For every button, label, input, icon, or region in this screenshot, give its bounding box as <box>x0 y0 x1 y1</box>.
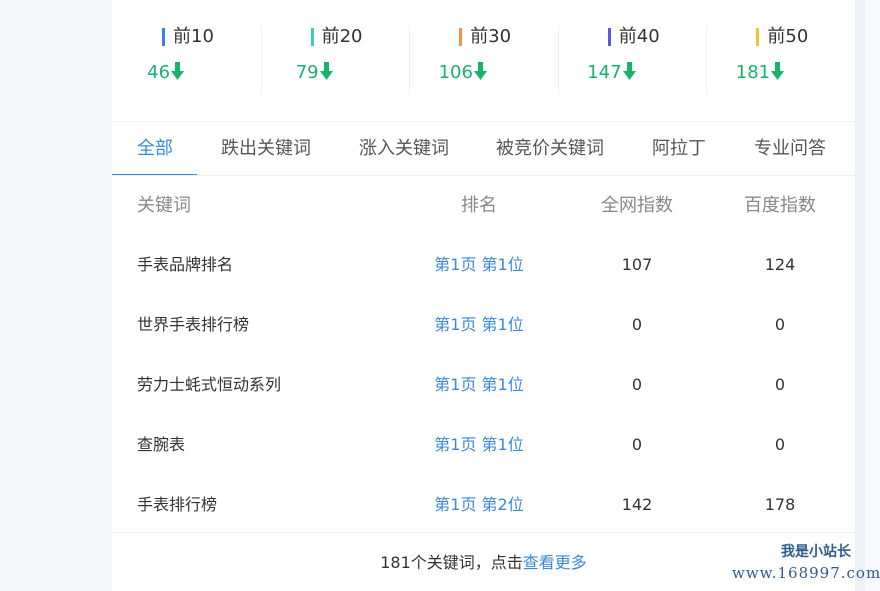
keyword-count-text: 181个关键词，点击 <box>380 553 523 572</box>
arrow-down-icon <box>319 62 333 80</box>
stat-value: 181 <box>735 62 771 83</box>
stat-value: 79 <box>295 62 319 83</box>
tab-risen-keywords[interactable]: 涨入关键词 <box>359 122 449 175</box>
watermark-url: www.168997.com <box>732 564 880 582</box>
watermark-title: 我是小站长 <box>781 544 851 560</box>
site-watermark: 我是小站长 www.168997.com <box>732 542 880 584</box>
rank-link[interactable]: 第1页 第1位 <box>419 314 539 336</box>
rank-link[interactable]: 第1页 第1位 <box>419 374 539 396</box>
page-background <box>0 0 112 591</box>
keyword-cell: 劳力士蚝式恒动系列 <box>137 375 282 394</box>
net-index-cell: 107 <box>621 255 653 274</box>
stat-label: 前50 <box>767 26 809 47</box>
stat-value: 46 <box>147 62 171 83</box>
rank-link[interactable]: 第1页 第1位 <box>419 254 539 276</box>
rank-link[interactable]: 第1页 第1位 <box>419 434 539 456</box>
stat-value: 147 <box>587 62 622 83</box>
keyword-cell: 世界手表排行榜 <box>137 315 250 334</box>
tab-aladdin[interactable]: 阿拉丁 <box>652 122 706 175</box>
keyword-cell: 手表品牌排名 <box>137 255 234 274</box>
tab-all[interactable]: 全部 <box>137 122 173 175</box>
column-header-net-index: 全网指数 <box>601 195 673 216</box>
rank-stat-top40: 前40 147 <box>557 0 707 121</box>
baidu-index-cell: 0 <box>774 315 786 334</box>
stat-value-link[interactable]: 181 <box>695 62 825 84</box>
rank-stat-top50: 前50 181 <box>706 0 855 121</box>
net-index-cell: 0 <box>631 315 643 334</box>
view-more-link[interactable]: 查看更多 <box>523 553 587 572</box>
rank-link[interactable]: 第1页 第2位 <box>419 494 539 516</box>
tab-bid-keywords[interactable]: 被竞价关键词 <box>496 122 604 175</box>
baidu-index-cell: 0 <box>774 435 786 454</box>
stat-label: 前10 <box>173 26 214 47</box>
stat-value-link[interactable]: 147 <box>546 62 676 84</box>
baidu-index-cell: 124 <box>764 255 796 274</box>
stat-value-link[interactable]: 46 <box>101 62 231 84</box>
stat-color-bar <box>756 28 760 46</box>
rank-stat-top10: 前10 46 <box>112 0 261 121</box>
stat-label: 前40 <box>618 26 660 47</box>
divider <box>112 532 855 533</box>
net-index-cell: 142 <box>621 495 653 514</box>
keyword-tabs: 全部 跌出关键词 涨入关键词 被竞价关键词 阿拉丁 专业问答 <box>112 122 855 176</box>
net-index-cell: 0 <box>631 435 643 454</box>
baidu-index-cell: 0 <box>774 375 786 394</box>
arrow-down-icon <box>171 62 185 80</box>
stat-color-bar <box>459 28 463 46</box>
baidu-index-cell: 178 <box>764 495 796 514</box>
scrollbar-track[interactable] <box>855 0 865 591</box>
keyword-ranking-panel: 前10 46 前20 79 前30 106 前40 147 前50 181 全部… <box>112 0 855 591</box>
column-header-baidu-index: 百度指数 <box>744 195 816 216</box>
net-index-cell: 0 <box>631 375 643 394</box>
stat-color-bar <box>162 28 165 46</box>
keyword-cell: 查腕表 <box>137 435 186 454</box>
stat-value: 106 <box>438 62 473 83</box>
stat-label: 前20 <box>321 26 363 47</box>
rank-stat-top20: 前20 79 <box>260 0 410 121</box>
arrow-down-icon <box>622 62 636 80</box>
arrow-down-icon <box>771 62 785 80</box>
stat-value-link[interactable]: 106 <box>398 62 528 84</box>
page-edge <box>865 0 880 591</box>
stat-value-link[interactable]: 79 <box>249 62 379 84</box>
tab-professional-qa[interactable]: 专业问答 <box>754 122 826 175</box>
stat-color-bar <box>607 28 611 46</box>
column-header-rank: 排名 <box>461 195 497 216</box>
rank-stats: 前10 46 前20 79 前30 106 前40 147 前50 181 <box>112 0 855 121</box>
column-header-keyword: 关键词 <box>137 195 191 216</box>
tab-dropped-keywords[interactable]: 跌出关键词 <box>221 122 311 175</box>
stat-label: 前30 <box>470 26 512 47</box>
divider <box>112 175 855 176</box>
arrow-down-icon <box>473 62 487 80</box>
keyword-cell: 手表排行榜 <box>137 495 218 514</box>
stat-color-bar <box>310 28 314 46</box>
rank-stat-top30: 前30 106 <box>409 0 558 121</box>
